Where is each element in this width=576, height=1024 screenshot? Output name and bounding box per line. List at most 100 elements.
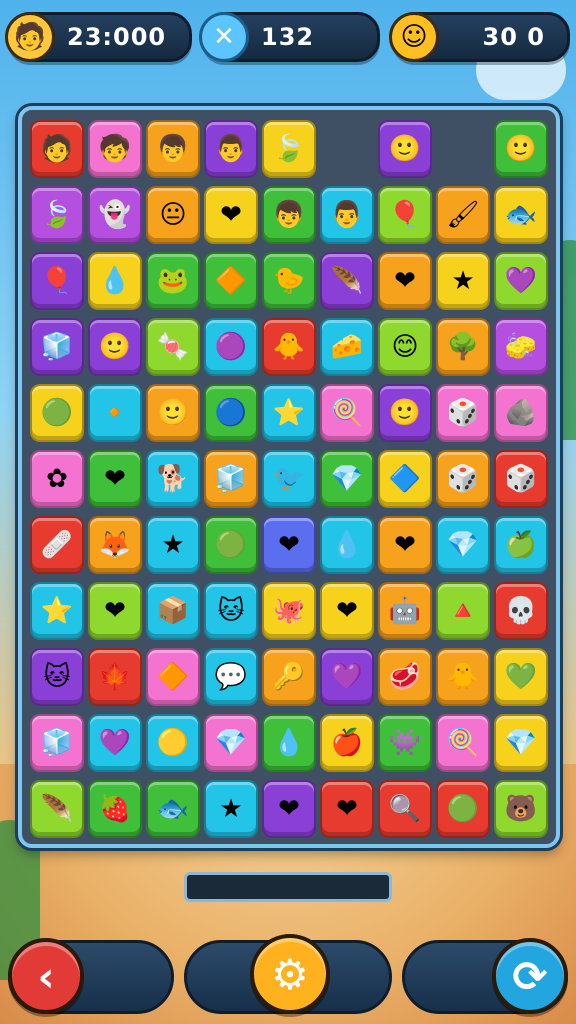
tile-dice[interactable]: 🎲 [436, 450, 490, 508]
tile-heart[interactable]: 💜 [494, 252, 548, 310]
tile-heart[interactable]: ❤ [262, 780, 316, 838]
tile-heart[interactable]: ❤ [262, 516, 316, 574]
tile-drop[interactable]: 💧 [88, 252, 142, 310]
tile-gem[interactable]: 🔸 [88, 384, 142, 442]
tile-skull[interactable]: 💀 [494, 582, 548, 640]
tile-heart[interactable]: ❤ [378, 516, 432, 574]
tile-heart[interactable]: 🍓 [88, 780, 142, 838]
tile-smile[interactable]: 🙂 [494, 120, 548, 178]
tile-chick[interactable]: 🐥 [262, 318, 316, 376]
tile-box[interactable]: 📦 [146, 582, 200, 640]
tile-key[interactable]: 🔑 [262, 648, 316, 706]
tile-lolly[interactable]: 🍭 [320, 384, 374, 442]
tile-blob[interactable]: 🔵 [204, 384, 258, 442]
tile-heart[interactable]: ❤ [88, 582, 142, 640]
tile-cube[interactable]: 🧊 [204, 450, 258, 508]
tile-ghost[interactable]: 👻 [88, 186, 142, 244]
tile-blob[interactable]: 😐 [146, 186, 200, 244]
tile-lolly[interactable]: 🍭 [436, 714, 490, 772]
tile-face[interactable]: 🧒 [88, 120, 142, 178]
tile-face[interactable]: 🐻 [494, 780, 548, 838]
tile-drop[interactable]: 💧 [262, 714, 316, 772]
tile-apple[interactable]: 🍏 [494, 516, 548, 574]
tile-gem[interactable]: 💎 [494, 714, 548, 772]
tile-bird[interactable]: 🐦 [262, 450, 316, 508]
tile-shield[interactable]: 🟡 [146, 714, 200, 772]
tile-leaf[interactable]: 🍃 [262, 120, 316, 178]
settings-button[interactable]: ⚙ [250, 934, 330, 1014]
tile-leaf[interactable]: 🍁 [88, 648, 142, 706]
tile-dice[interactable]: 🎲 [494, 450, 548, 508]
tile-balloon[interactable]: 🎈 [378, 186, 432, 244]
tile-cube[interactable]: 🧊 [30, 318, 84, 376]
tile-heart[interactable]: 💜 [88, 714, 142, 772]
tile-leaf[interactable]: 🍃 [30, 186, 84, 244]
tile-shield[interactable]: 🔶 [146, 648, 200, 706]
back-button[interactable]: ‹ [8, 938, 84, 1014]
tile-heart[interactable]: ❤ [320, 582, 374, 640]
tile-dice[interactable]: 🎲 [436, 384, 490, 442]
tile-star[interactable]: ⭐ [262, 384, 316, 442]
tile-flower[interactable]: ✿ [30, 450, 84, 508]
tile-dog[interactable]: 🐕 [146, 450, 200, 508]
tile-heart[interactable]: ❤ [320, 780, 374, 838]
tile-drop[interactable]: 💧 [320, 516, 374, 574]
tile-feather[interactable]: 🪶 [320, 252, 374, 310]
tile-orb[interactable]: 🟢 [204, 516, 258, 574]
tile-star[interactable]: ⭐ [30, 582, 84, 640]
tile-apple[interactable]: 🍎 [320, 714, 374, 772]
tile-face[interactable]: 🙂 [146, 384, 200, 442]
tile-tree[interactable]: 🌳 [436, 318, 490, 376]
tile-heart[interactable]: ❤ [378, 252, 432, 310]
tile-feather[interactable]: 🪶 [30, 780, 84, 838]
tile-star[interactable]: ★ [146, 516, 200, 574]
tile-frog[interactable]: 🐸 [146, 252, 200, 310]
tile-star[interactable]: ★ [204, 780, 258, 838]
tile-blob[interactable]: 🟣 [204, 318, 258, 376]
tile-star[interactable]: ★ [436, 252, 490, 310]
tile-triangle[interactable]: 🔺 [436, 582, 490, 640]
tile-gem[interactable]: 💎 [320, 450, 374, 508]
tile-drop[interactable]: 🥩 [378, 648, 432, 706]
tile-heart[interactable]: 💚 [494, 648, 548, 706]
tile-eraser[interactable]: 🩹 [30, 516, 84, 574]
tile-smile[interactable]: 🙂 [378, 384, 432, 442]
tile-rock[interactable]: 🪨 [494, 384, 548, 442]
refresh-button[interactable]: ⟳ [492, 938, 568, 1014]
tile-fish[interactable]: 🐟 [494, 186, 548, 244]
tile-face[interactable]: 😊 [378, 318, 432, 376]
tile-face[interactable]: 👦 [146, 120, 200, 178]
tile-cheese[interactable]: 🧀 [320, 318, 374, 376]
tile-fox[interactable]: 🐱 [204, 582, 258, 640]
tile-face[interactable]: 🐱 [30, 648, 84, 706]
tile-face[interactable]: 👨 [204, 120, 258, 178]
tile-face[interactable]: 👨 [320, 186, 374, 244]
tile-cube[interactable]: 🧊 [30, 714, 84, 772]
tile-brush[interactable]: 🖌 [436, 186, 490, 244]
tile-duck[interactable]: 🐤 [262, 252, 316, 310]
tile-blob[interactable]: 👾 [378, 714, 432, 772]
tile-smile[interactable]: 🙂 [378, 120, 432, 178]
tile-heart[interactable]: ❤ [204, 186, 258, 244]
tile-fish[interactable]: 🐟 [146, 780, 200, 838]
tile-candy[interactable]: 🍬 [146, 318, 200, 376]
tile-fox[interactable]: 🦊 [88, 516, 142, 574]
tile-ghost[interactable]: 🐥 [436, 648, 490, 706]
tile-shard[interactable]: 🔶 [204, 252, 258, 310]
tile-face[interactable]: 🧑 [30, 120, 84, 178]
tile-face[interactable]: 🙂 [88, 318, 142, 376]
tile-orb[interactable]: 🟢 [30, 384, 84, 442]
tile-orb[interactable]: 🟢 [436, 780, 490, 838]
tile-search[interactable]: 🔍 [378, 780, 432, 838]
tile-heart[interactable]: 💜 [320, 648, 374, 706]
tile-balloon[interactable]: 🎈 [30, 252, 84, 310]
tile-gem[interactable]: 💎 [204, 714, 258, 772]
tile-eraser[interactable]: 🧽 [494, 318, 548, 376]
tile-gem[interactable]: 💎 [436, 516, 490, 574]
tile-heart[interactable]: ❤ [88, 450, 142, 508]
tile-bubble[interactable]: 💬 [204, 648, 258, 706]
tile-face[interactable]: 👦 [262, 186, 316, 244]
tile-ice[interactable]: 🔷 [378, 450, 432, 508]
tile-ghost[interactable]: 🐙 [262, 582, 316, 640]
tile-robot[interactable]: 🤖 [378, 582, 432, 640]
